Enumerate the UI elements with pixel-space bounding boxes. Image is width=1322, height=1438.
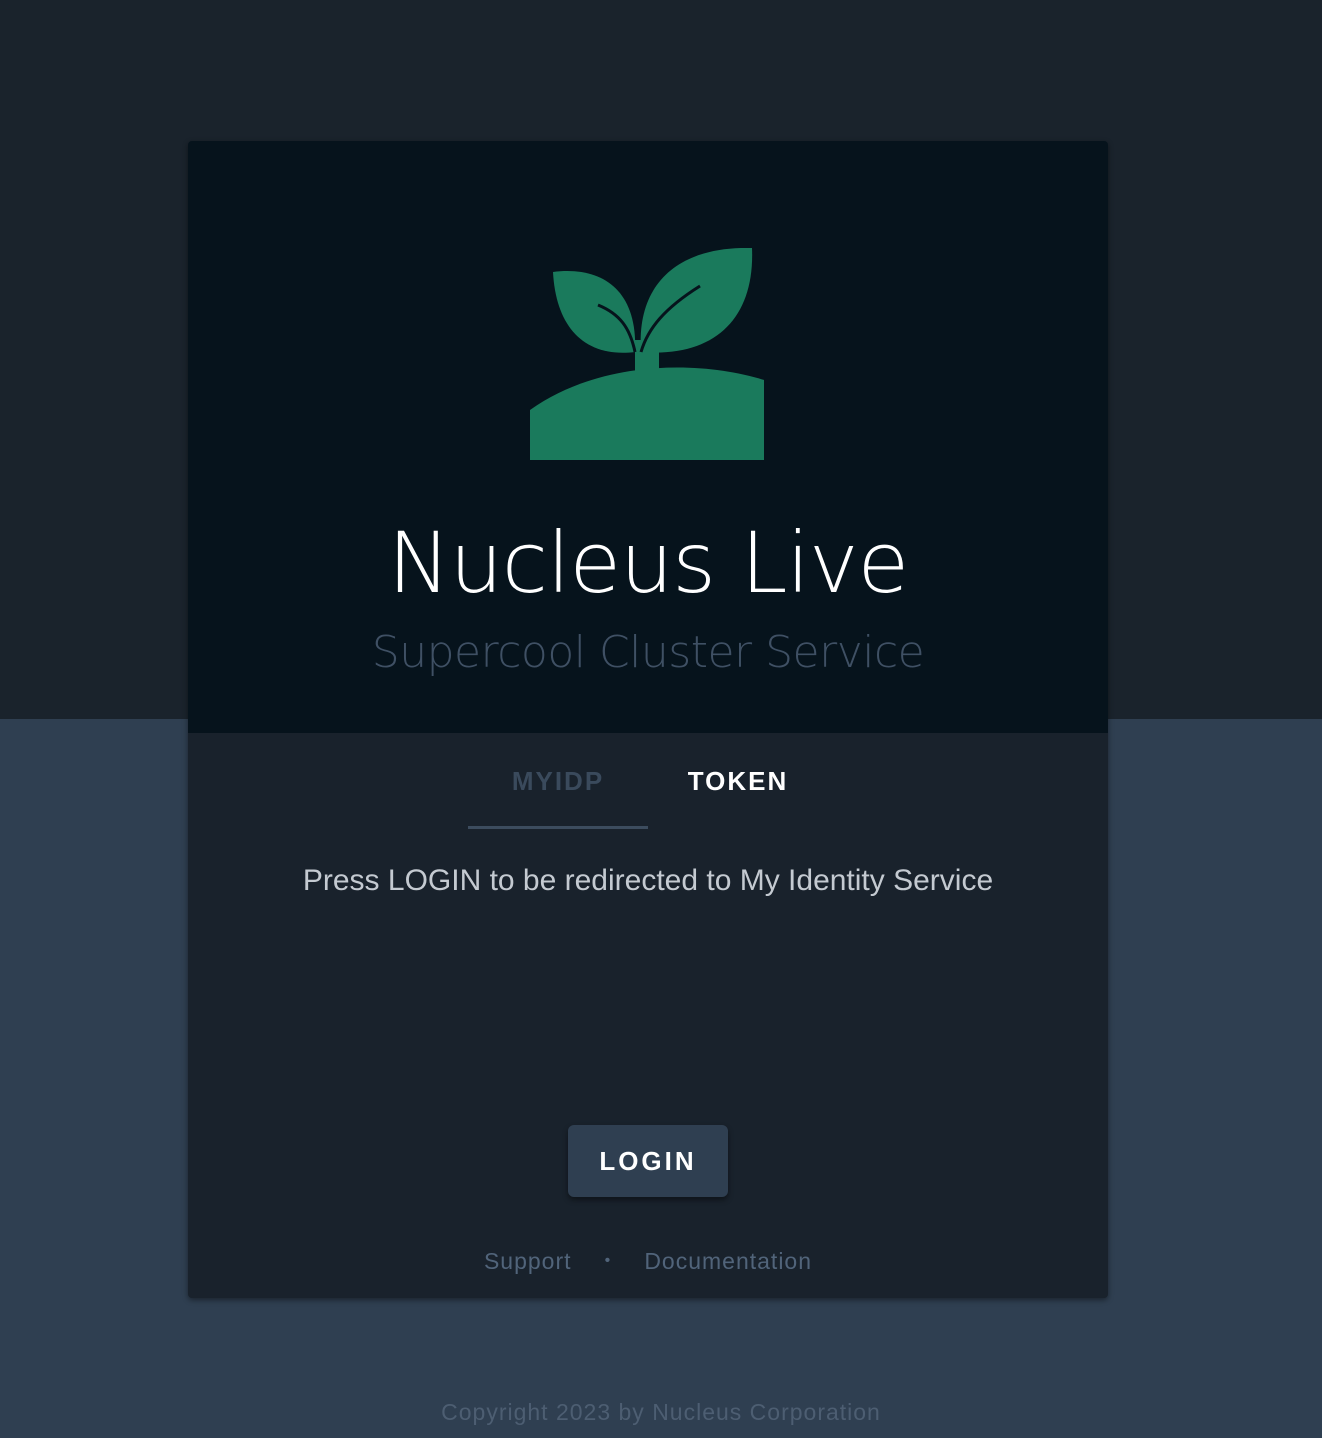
tab-token[interactable]: TOKEN	[648, 741, 828, 826]
documentation-link[interactable]: Documentation	[644, 1241, 812, 1281]
login-card: Nucleus Live Supercool Cluster Service M…	[188, 141, 1108, 1298]
card-header: Nucleus Live Supercool Cluster Service	[188, 141, 1108, 733]
login-info-text: Press LOGIN to be redirected to My Ident…	[302, 864, 994, 897]
login-method-tabs: MYIDP TOKEN	[468, 741, 828, 829]
app-subtitle: Supercool Cluster Service	[371, 627, 925, 678]
login-button[interactable]: LOGIN	[568, 1125, 728, 1197]
footer-links: Support • Documentation	[188, 1239, 1108, 1279]
sprout-icon	[530, 248, 764, 460]
support-link[interactable]: Support	[484, 1241, 572, 1281]
link-separator: •	[604, 1251, 612, 1269]
tab-myidp[interactable]: MYIDP	[468, 741, 648, 829]
copyright-text: Copyright 2023 by Nucleus Corporation	[441, 1399, 881, 1425]
app-title: Nucleus Live	[387, 514, 910, 612]
